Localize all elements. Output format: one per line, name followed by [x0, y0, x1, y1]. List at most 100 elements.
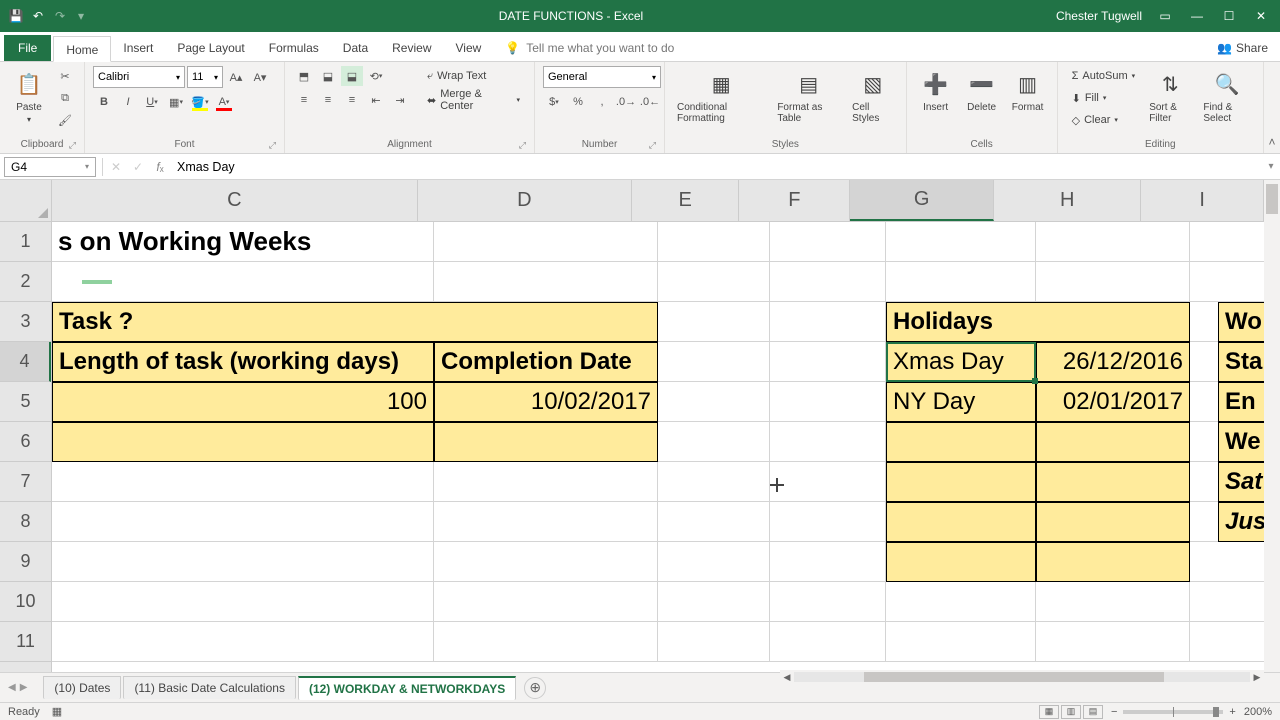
- zoom-slider[interactable]: [1123, 710, 1223, 714]
- italic-button[interactable]: I: [117, 92, 139, 112]
- cell-d5[interactable]: 10/02/2017: [434, 382, 658, 422]
- collapse-ribbon-button[interactable]: ˄: [1264, 62, 1280, 153]
- zoom-in-button[interactable]: +: [1229, 706, 1235, 718]
- save-icon[interactable]: 💾: [8, 8, 24, 24]
- format-painter-button[interactable]: 🖌: [54, 110, 76, 130]
- sheet-nav-next-icon[interactable]: ▶: [20, 682, 28, 693]
- conditional-formatting-button[interactable]: ▦Conditional Formatting: [673, 66, 769, 126]
- increase-indent-button[interactable]: ⇥: [389, 90, 411, 110]
- sheet-nav-prev-icon[interactable]: ◀: [8, 682, 16, 693]
- page-layout-view-button[interactable]: ▥: [1061, 705, 1081, 719]
- undo-icon[interactable]: ↶: [30, 8, 46, 24]
- decrease-font-button[interactable]: A▾: [249, 67, 271, 87]
- cell-d1[interactable]: [434, 222, 658, 262]
- col-header-d[interactable]: D: [418, 180, 632, 221]
- row-header-10[interactable]: 10: [0, 582, 51, 622]
- sheet-tab-2[interactable]: (12) WORKDAY & NETWORKDAYS: [298, 676, 516, 700]
- tab-review[interactable]: Review: [380, 35, 443, 61]
- underline-button[interactable]: U▾: [141, 92, 163, 112]
- cell-f10[interactable]: [770, 582, 886, 622]
- tab-data[interactable]: Data: [331, 35, 380, 61]
- normal-view-button[interactable]: ▦: [1039, 705, 1059, 719]
- cell-g9[interactable]: [886, 542, 1036, 582]
- cell-h4[interactable]: 26/12/2016: [1036, 342, 1190, 382]
- cell-f9[interactable]: [770, 542, 886, 582]
- cell-g2[interactable]: [886, 262, 1036, 302]
- sheet-tab-0[interactable]: (10) Dates: [43, 676, 121, 699]
- accounting-format-button[interactable]: $▾: [543, 92, 565, 112]
- cell-e3[interactable]: [658, 302, 770, 342]
- cell-e6[interactable]: [658, 422, 770, 462]
- vertical-scrollbar[interactable]: [1264, 180, 1280, 672]
- tab-home[interactable]: Home: [53, 36, 111, 62]
- align-center-button[interactable]: ≡: [317, 90, 339, 110]
- cell-d4[interactable]: Completion Date: [434, 342, 658, 382]
- cut-button[interactable]: ✂: [54, 66, 76, 86]
- row-header-6[interactable]: 6: [0, 422, 51, 462]
- dialog-launcher-icon[interactable]: ⤢: [69, 140, 76, 151]
- cell-f2[interactable]: [770, 262, 886, 302]
- tab-insert[interactable]: Insert: [111, 35, 165, 61]
- horizontal-scrollbar[interactable]: ◀ ▶: [780, 670, 1264, 684]
- align-top-button[interactable]: ⬒: [293, 66, 315, 86]
- delete-cells-button[interactable]: ➖Delete: [961, 66, 1003, 115]
- cell-f7[interactable]: [770, 462, 886, 502]
- col-header-i[interactable]: I: [1141, 180, 1264, 221]
- cell-f5[interactable]: [770, 382, 886, 422]
- copy-button[interactable]: ⧉: [54, 88, 76, 108]
- cell-e1[interactable]: [658, 222, 770, 262]
- close-icon[interactable]: ✕: [1252, 7, 1270, 25]
- share-button[interactable]: 👥 Share: [1205, 35, 1280, 61]
- select-all-button[interactable]: [0, 180, 52, 222]
- zoom-out-button[interactable]: −: [1111, 706, 1117, 718]
- tab-formulas[interactable]: Formulas: [257, 35, 331, 61]
- cell-h10[interactable]: [1036, 582, 1190, 622]
- cell-c5[interactable]: 100: [52, 382, 434, 422]
- cell-e11[interactable]: [658, 622, 770, 662]
- sort-filter-button[interactable]: ⇅Sort & Filter: [1145, 66, 1195, 126]
- col-header-c[interactable]: C: [52, 180, 418, 221]
- fill-color-button[interactable]: 🪣▾: [189, 92, 211, 112]
- cell-f8[interactable]: [770, 502, 886, 542]
- cell-d10[interactable]: [434, 582, 658, 622]
- increase-font-button[interactable]: A▴: [225, 67, 247, 87]
- hscroll-thumb[interactable]: [864, 672, 1164, 682]
- comma-format-button[interactable]: ,: [591, 92, 613, 112]
- autosum-button[interactable]: ΣAutoSum▾: [1066, 66, 1142, 86]
- cell-g8[interactable]: [886, 502, 1036, 542]
- cell-e5[interactable]: [658, 382, 770, 422]
- decrease-indent-button[interactable]: ⇤: [365, 90, 387, 110]
- cell-e8[interactable]: [658, 502, 770, 542]
- cell-g4[interactable]: Xmas Day: [886, 342, 1036, 382]
- col-header-e[interactable]: E: [632, 180, 739, 221]
- cell-h8[interactable]: [1036, 502, 1190, 542]
- hscroll-right-icon[interactable]: ▶: [1250, 670, 1264, 684]
- font-color-button[interactable]: A▾: [213, 92, 235, 112]
- dialog-launcher-icon[interactable]: ⤢: [269, 140, 276, 151]
- cell-e9[interactable]: [658, 542, 770, 582]
- cell-c9[interactable]: [52, 542, 434, 582]
- cell-f1[interactable]: [770, 222, 886, 262]
- macro-record-icon[interactable]: ▦: [52, 705, 62, 718]
- cell-g7[interactable]: [886, 462, 1036, 502]
- spreadsheet-grid[interactable]: C D E F G H I 1 2 3 4 5 6 7 8 9 10 11 s …: [0, 180, 1280, 672]
- align-left-button[interactable]: ≡: [293, 90, 315, 110]
- align-middle-button[interactable]: ⬓: [317, 66, 339, 86]
- cell-styles-button[interactable]: ▧Cell Styles: [848, 66, 897, 126]
- row-header-1[interactable]: 1: [0, 222, 51, 262]
- cell-c8[interactable]: [52, 502, 434, 542]
- cell-c2[interactable]: [52, 262, 434, 302]
- vertical-scroll-thumb[interactable]: [1266, 184, 1278, 214]
- fill-button[interactable]: ⬇Fill▾: [1066, 88, 1142, 108]
- row-header-9[interactable]: 9: [0, 542, 51, 582]
- col-header-h[interactable]: H: [994, 180, 1141, 221]
- orientation-button[interactable]: ⟲▾: [365, 66, 387, 86]
- dialog-launcher-icon[interactable]: ⤢: [519, 140, 526, 151]
- cell-g6[interactable]: [886, 422, 1036, 462]
- row-header-4[interactable]: 4: [0, 342, 51, 382]
- insert-cells-button[interactable]: ➕Insert: [915, 66, 957, 115]
- cell-h1[interactable]: [1036, 222, 1190, 262]
- cell-g1[interactable]: [886, 222, 1036, 262]
- insert-function-button[interactable]: fₓ: [149, 157, 171, 177]
- align-bottom-button[interactable]: ⬓: [341, 66, 363, 86]
